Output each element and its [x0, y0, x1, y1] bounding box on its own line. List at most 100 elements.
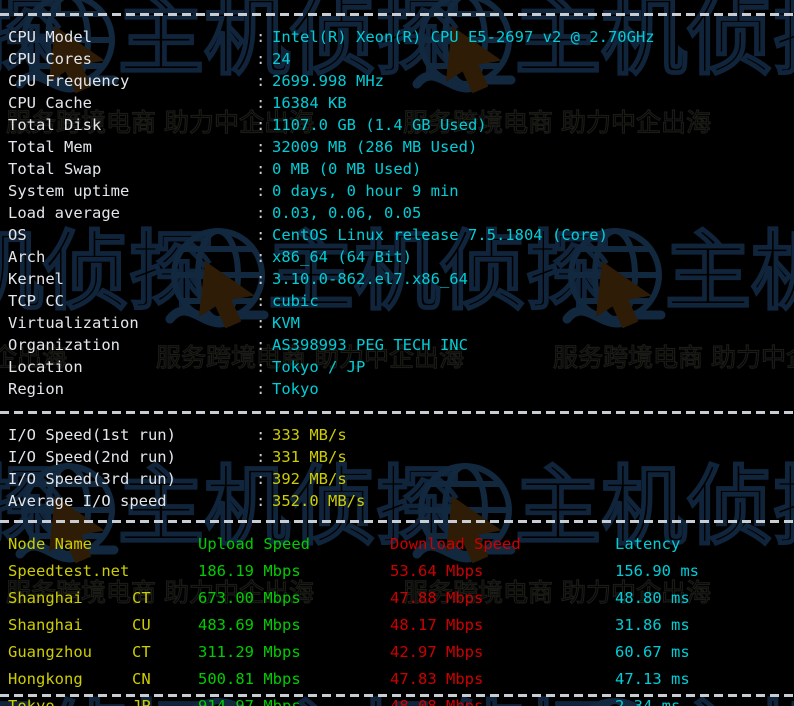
info-colon: : — [256, 26, 265, 48]
cell-node: Shanghai — [8, 614, 83, 636]
io-label: I/O Speed(2nd run) — [8, 446, 176, 468]
info-row: CPU Cache:16384 KB — [0, 92, 794, 114]
io-colon: : — [256, 490, 265, 512]
info-value: x86_64 (64 Bit) — [272, 246, 412, 268]
info-colon: : — [256, 180, 265, 202]
header-node: Node Name — [8, 533, 92, 555]
io-row: I/O Speed(1st run):333 MB/s — [0, 424, 794, 446]
cell-latency: 48.80 ms — [615, 587, 690, 609]
io-value: 352.0 MB/s — [272, 490, 365, 512]
info-value: 2699.998 MHz — [272, 70, 384, 92]
info-row: OS:CentOS Linux release 7.5.1804 (Core) — [0, 224, 794, 246]
info-label: Total Disk — [8, 114, 101, 136]
cell-node: Speedtest.net — [8, 560, 129, 582]
io-value: 333 MB/s — [272, 424, 347, 446]
info-value: Tokyo — [272, 378, 319, 400]
header-download: Download Speed — [390, 533, 521, 555]
speedtest-row: GuangzhouCT311.29 Mbps42.97 Mbps60.67 ms — [0, 641, 794, 663]
info-value: cubic — [272, 290, 319, 312]
io-row: Average I/O speed:352.0 MB/s — [0, 490, 794, 512]
separator-io — [0, 411, 794, 414]
io-row: I/O Speed(3rd run):392 MB/s — [0, 468, 794, 490]
info-label: System uptime — [8, 180, 129, 202]
speedtest-row: HongkongCN500.81 Mbps47.83 Mbps47.13 ms — [0, 668, 794, 690]
info-row: CPU Model:Intel(R) Xeon(R) CPU E5-2697 v… — [0, 26, 794, 48]
info-row: System uptime:0 days, 0 hour 9 min — [0, 180, 794, 202]
info-label: Kernel — [8, 268, 64, 290]
info-label: OS — [8, 224, 27, 246]
info-value: 0.03, 0.06, 0.05 — [272, 202, 421, 224]
info-value: AS398993 PEG TECH INC — [272, 334, 468, 356]
info-label: Load average — [8, 202, 120, 224]
cell-upload: 483.69 Mbps — [198, 614, 301, 636]
info-label: TCP CC — [8, 290, 64, 312]
info-colon: : — [256, 246, 265, 268]
info-colon: : — [256, 48, 265, 70]
cell-download: 48.17 Mbps — [390, 614, 483, 636]
info-value: 24 — [272, 48, 291, 70]
speedtest-row: Speedtest.net 186.19 Mbps 53.64 Mbps 156.90… — [0, 560, 794, 582]
cell-download: 42.97 Mbps — [390, 641, 483, 663]
info-colon: : — [256, 114, 265, 136]
cell-node: Hongkong — [8, 668, 83, 690]
info-value: 16384 KB — [272, 92, 347, 114]
info-colon: : — [256, 312, 265, 334]
info-label: CPU Cores — [8, 48, 92, 70]
cell-upload: 186.19 Mbps — [198, 560, 301, 582]
cell-download: 47.88 Mbps — [390, 587, 483, 609]
info-label: Organization — [8, 334, 120, 356]
info-label: CPU Cache — [8, 92, 92, 114]
io-label: I/O Speed(1st run) — [8, 424, 176, 446]
info-row: Organization: AS398993 PEG TECH INC — [0, 334, 794, 356]
info-colon: : — [256, 378, 265, 400]
info-row: Total Disk:1107.0 GB (1.4 GB Used) — [0, 114, 794, 136]
io-colon: : — [256, 468, 265, 490]
cell-upload: 500.81 Mbps — [198, 668, 301, 690]
cell-latency: 31.86 ms — [615, 614, 690, 636]
cell-upload: 311.29 Mbps — [198, 641, 301, 663]
separator-top — [0, 13, 794, 16]
info-value: Intel(R) Xeon(R) CPU E5-2697 v2 @ 2.70GH… — [272, 26, 655, 48]
cell-latency: 156.90 ms — [615, 560, 699, 582]
info-value: 1107.0 GB (1.4 GB Used) — [272, 114, 487, 136]
info-value: 3.10.0-862.el7.x86_64 — [272, 268, 468, 290]
cell-latency: 60.67 ms — [615, 641, 690, 663]
info-colon: : — [256, 92, 265, 114]
info-label: Total Mem — [8, 136, 92, 158]
info-row: CPU Cores:24 — [0, 48, 794, 70]
cell-upload: 673.00 Mbps — [198, 587, 301, 609]
info-row: Load average:0.03, 0.06, 0.05 — [0, 202, 794, 224]
info-row: Kernel:3.10.0-862.el7.x86_64 — [0, 268, 794, 290]
header-upload: Upload Speed — [198, 533, 310, 555]
info-value: 0 MB (0 MB Used) — [272, 158, 421, 180]
cell-download: 47.83 Mbps — [390, 668, 483, 690]
speedtest-row: ShanghaiCT673.00 Mbps47.88 Mbps48.80 ms — [0, 587, 794, 609]
separator-bottom — [0, 694, 794, 697]
info-label: CPU Frequency — [8, 70, 129, 92]
io-label: Average I/O speed — [8, 490, 167, 512]
info-row: CPU Frequency:2699.998 MHz — [0, 70, 794, 92]
info-row: Region:Tokyo — [0, 378, 794, 400]
info-colon: : — [256, 136, 265, 158]
cell-isp: CN — [132, 668, 151, 690]
info-colon: : — [256, 334, 265, 356]
cell-download: 53.64 Mbps — [390, 560, 483, 582]
info-colon: : — [256, 202, 265, 224]
info-row: Virtualization:KVM — [0, 312, 794, 334]
io-colon: : — [256, 446, 265, 468]
io-value: 331 MB/s — [272, 446, 347, 468]
info-value: Tokyo / JP — [272, 356, 365, 378]
info-value: CentOS Linux release 7.5.1804 (Core) — [272, 224, 608, 246]
info-label: Total Swap — [8, 158, 101, 180]
info-label: Virtualization — [8, 312, 139, 334]
info-row: Total Swap:0 MB (0 MB Used) — [0, 158, 794, 180]
info-colon: : — [256, 158, 265, 180]
info-row: Total Mem:32009 MB (286 MB Used) — [0, 136, 794, 158]
speedtest-row: ShanghaiCU483.69 Mbps48.17 Mbps31.86 ms — [0, 614, 794, 636]
terminal-content: CPU Model:Intel(R) Xeon(R) CPU E5-2697 v… — [0, 0, 794, 706]
io-colon: : — [256, 424, 265, 446]
header-latency: Latency — [615, 533, 680, 555]
info-label: Arch — [8, 246, 45, 268]
speedtest-header-row: Node Name Upload Speed Download Speed Laten… — [0, 533, 794, 555]
terminal-window: 主机侦探服务跨境电商 助力中企出海 主机侦探服务跨境电商 助力中企出海 — [0, 0, 794, 706]
